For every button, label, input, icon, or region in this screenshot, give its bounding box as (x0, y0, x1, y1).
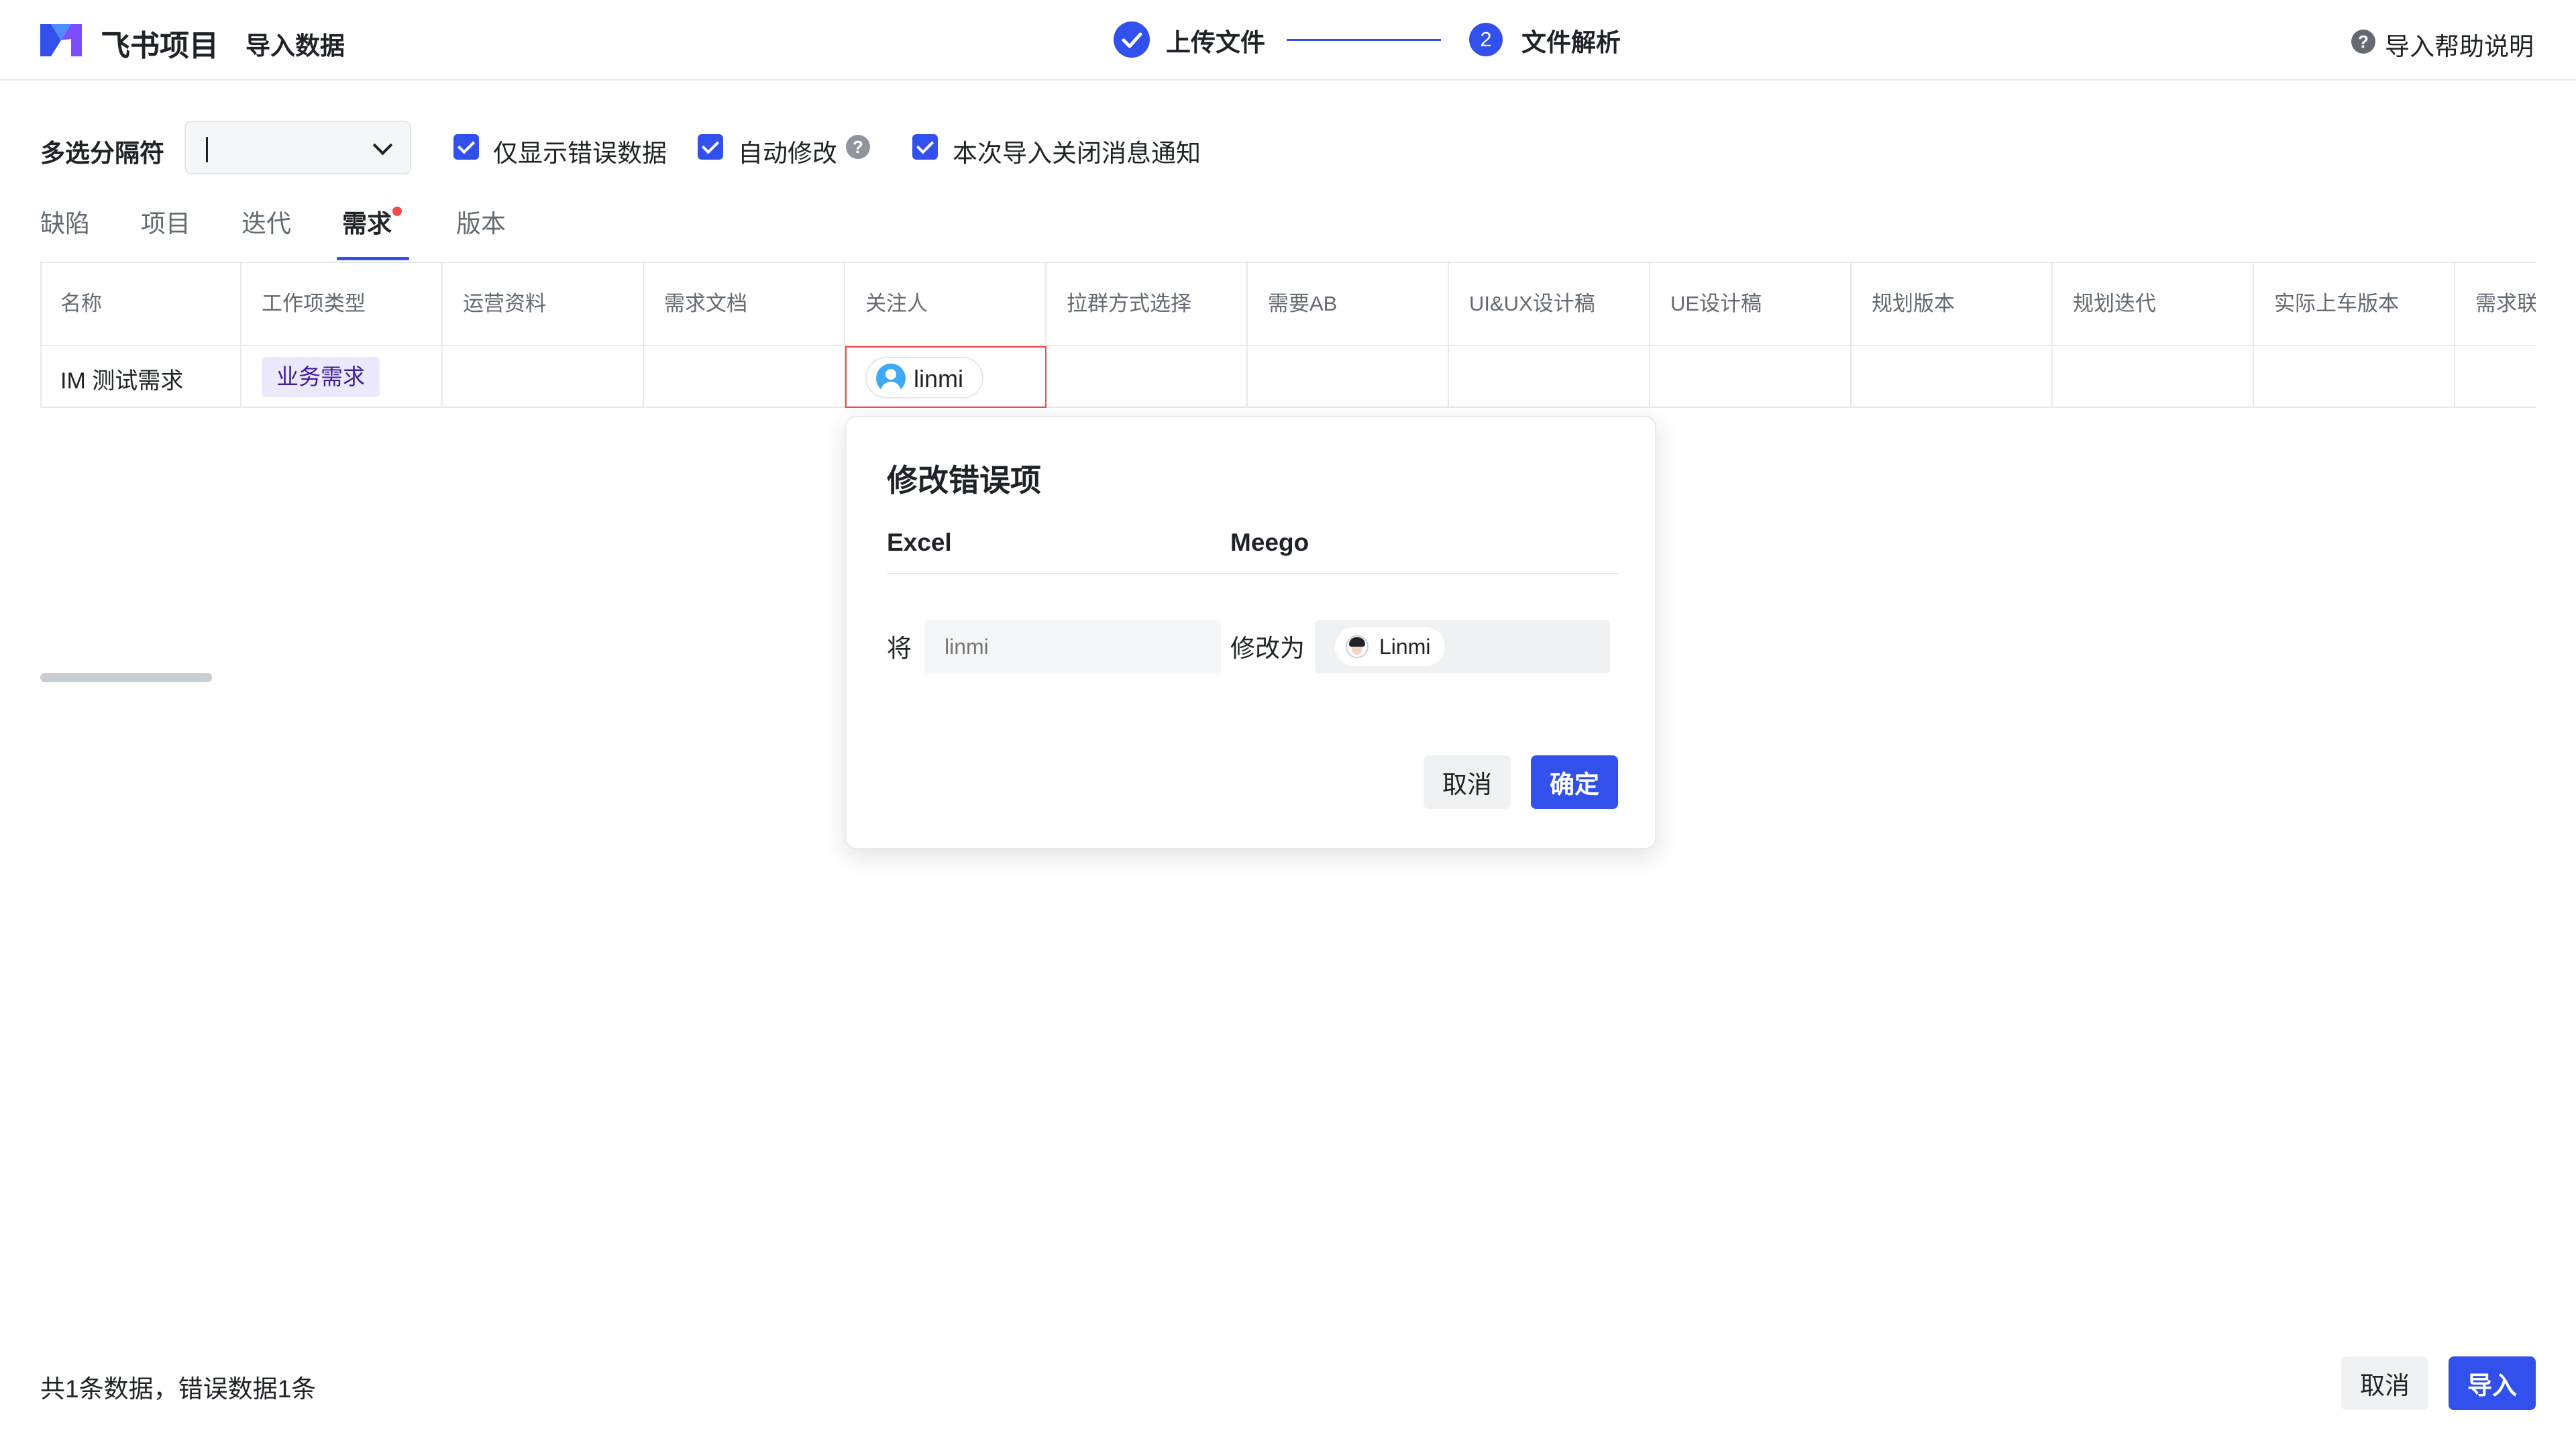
auto-fix-help-icon[interactable]: ? (846, 135, 870, 159)
table-cell[interactable] (644, 346, 845, 408)
active-tab-indicator (337, 257, 409, 260)
checkbox-auto-fix[interactable] (698, 134, 723, 160)
column-header: UI&UX设计稿 (1449, 262, 1650, 346)
separator-label: 多选分隔符 (40, 140, 164, 167)
fix-error-popover: 修改错误项 Excel Meego 将 修改为 Linmi 取消 确定 (845, 416, 1656, 849)
checkbox-auto-fix-label[interactable]: 自动修改 (738, 133, 837, 169)
table-cell-watcher-error[interactable]: linmi (845, 346, 1046, 408)
table-cell[interactable] (1851, 346, 2053, 408)
user-avatar-icon (1346, 635, 1368, 658)
default-avatar-icon (876, 364, 906, 393)
tab-project[interactable]: 项目 (141, 203, 191, 239)
table-cell[interactable] (443, 346, 644, 408)
source-column-label: Excel (887, 529, 952, 556)
checkbox-mute-notify-label[interactable]: 本次导入关闭消息通知 (953, 133, 1201, 169)
step-parse-label: 文件解析 (1521, 29, 1621, 56)
tab-iteration[interactable]: 迭代 (241, 203, 291, 239)
table-horizontal-scrollbar[interactable] (40, 673, 212, 682)
table-cell[interactable] (1248, 346, 1449, 408)
footer-cancel-button[interactable]: 取消 (2341, 1356, 2428, 1410)
error-dot-icon (392, 207, 402, 216)
step-connector (1287, 39, 1441, 41)
tab-requirement[interactable]: 需求 (342, 203, 392, 239)
import-summary-text: 共1条数据，错误数据1条 (40, 1375, 317, 1403)
target-user-select[interactable]: Linmi (1315, 620, 1610, 674)
table-cell[interactable] (2254, 346, 2455, 408)
column-header: 需求联 (2455, 262, 2536, 346)
checkbox-mute-notify[interactable] (912, 134, 938, 160)
checkbox-errors-only-label[interactable]: 仅显示错误数据 (493, 133, 667, 169)
column-header: 需求文档 (644, 262, 845, 346)
column-header: 运营资料 (443, 262, 644, 346)
column-header: 规划迭代 (2053, 262, 2254, 346)
target-user-name: Linmi (1379, 635, 1431, 659)
watcher-name: linmi (914, 365, 964, 392)
top-header: 飞书项目 导入数据 上传文件 2 文件解析 ? 导入帮助说明 (0, 0, 2576, 80)
step-number-badge: 2 (1469, 23, 1503, 56)
popover-cancel-button[interactable]: 取消 (1424, 755, 1511, 809)
import-data-table: 名称 工作项类型 运营资料 需求文档 关注人 拉群方式选择 需要AB UI&UX… (40, 262, 2536, 409)
question-circle-icon[interactable]: ? (2351, 30, 2375, 54)
popover-confirm-button[interactable]: 确定 (1531, 755, 1618, 809)
text-cursor (206, 137, 208, 162)
from-label: 将 (887, 635, 912, 662)
step-upload-label: 上传文件 (1166, 29, 1265, 56)
work-item-type-tag: 业务需求 (262, 357, 380, 397)
source-value-input[interactable] (924, 620, 1221, 674)
popover-divider (887, 573, 1618, 574)
to-label: 修改为 (1230, 635, 1305, 662)
column-header: 需要AB (1248, 262, 1449, 346)
tab-version[interactable]: 版本 (456, 203, 506, 239)
table-cell[interactable] (1046, 346, 1248, 408)
footer-import-button[interactable]: 导入 (2449, 1356, 2536, 1410)
target-user-chip[interactable]: Linmi (1335, 627, 1446, 666)
table-cell[interactable] (2053, 346, 2254, 408)
table-cell-name[interactable]: IM 测试需求 (40, 346, 241, 408)
table-cell[interactable] (2455, 346, 2536, 408)
feishu-project-logo-icon (40, 24, 82, 56)
page-title: 导入数据 (246, 32, 345, 60)
checkbox-errors-only[interactable] (453, 134, 479, 160)
app-name: 飞书项目 (101, 30, 219, 62)
watcher-user-chip[interactable]: linmi (865, 357, 984, 398)
tab-defect[interactable]: 缺陷 (40, 203, 90, 239)
popover-title: 修改错误项 (887, 463, 1041, 498)
column-header: UE设计稿 (1650, 262, 1851, 346)
column-header: 拉群方式选择 (1046, 262, 1248, 346)
table-cell[interactable] (1650, 346, 1851, 408)
import-help-link[interactable]: 导入帮助说明 (2385, 26, 2534, 62)
separator-select[interactable] (184, 121, 411, 174)
column-header: 规划版本 (1851, 262, 2053, 346)
cell-name-text: IM 测试需求 (60, 368, 184, 394)
table-cell[interactable] (1449, 346, 1650, 408)
column-header: 工作项类型 (241, 262, 443, 346)
column-header: 关注人 (845, 262, 1046, 346)
target-column-label: Meego (1230, 529, 1309, 556)
column-header: 名称 (40, 262, 241, 346)
chevron-down-icon (372, 135, 393, 156)
table-cell-type[interactable]: 业务需求 (241, 346, 443, 408)
step-completed-check-icon (1114, 21, 1150, 58)
column-header: 实际上车版本 (2254, 262, 2455, 346)
